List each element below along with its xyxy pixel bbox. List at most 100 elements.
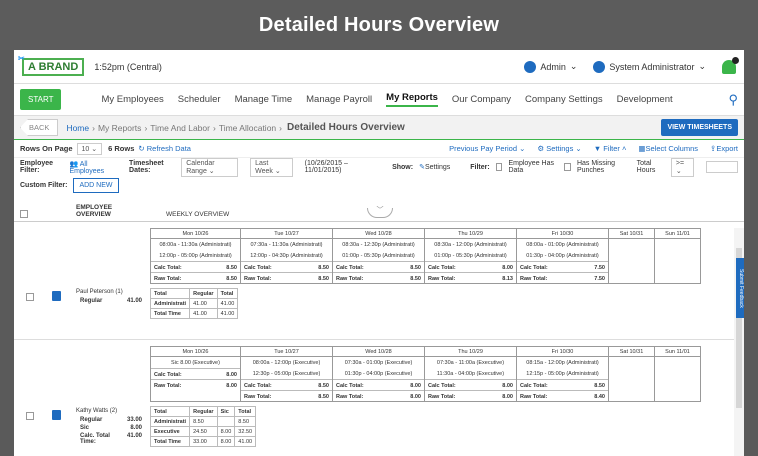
summary-cell: 41.00 [234, 436, 257, 447]
day-cell: Fri 10/30 08:00a - 01:00p (Administrati) 0… [516, 228, 609, 284]
summary-header: Total [216, 288, 239, 299]
crumb-home[interactable]: Home [66, 123, 89, 133]
punch-entry[interactable]: 08:15a - 12:00p (Administrati) [517, 357, 608, 368]
settings-button[interactable]: ⚙ Settings ⌄ [537, 144, 581, 153]
employee-name[interactable]: Paul Peterson (1) [76, 289, 123, 295]
role-menu[interactable]: System Administrator ⌄ [593, 60, 706, 73]
punch-entry[interactable]: Sic 8.00 (Executive) [151, 357, 240, 368]
nav-development[interactable]: Development [617, 94, 673, 105]
operator-value: >= [675, 159, 685, 167]
punch-entry[interactable]: 07:30a - 01:00p (Executive) [333, 357, 424, 368]
day-header: Mon 10/26 [151, 229, 240, 239]
rows-on-page-select[interactable]: 10 ⌄ [76, 142, 103, 155]
day-cell: Mon 10/26 08:00a - 11:30a (Administrati) 1… [150, 228, 241, 284]
day-header: Tue 10/27 [241, 229, 332, 239]
add-new-button[interactable]: ADD NEW [73, 177, 119, 193]
search-icon[interactable]: ⚲ [728, 92, 738, 108]
row-checkbox[interactable] [26, 293, 34, 301]
col-employee-overview[interactable]: EMPLOYEE OVERVIEW [46, 204, 146, 218]
main-nav: START My Employees Scheduler Manage Time… [14, 84, 744, 116]
group-icon: 👥 [69, 160, 79, 168]
total-hours-input[interactable] [705, 161, 738, 173]
punch-entry[interactable]: 11:30a - 04:00p (Executive) [425, 368, 516, 379]
admin-menu[interactable]: Admin ⌄ [524, 60, 577, 73]
select-columns-button[interactable]: ▦Select Columns [638, 144, 698, 153]
punch-entry[interactable]: 12:00p - 04:30p (Administrati) [241, 250, 332, 261]
back-button[interactable]: BACK [20, 119, 59, 136]
bell-icon[interactable] [722, 56, 739, 74]
employee-filter-value[interactable]: 👥 All Employees [69, 160, 113, 175]
nav-our-company[interactable]: Our Company [452, 94, 511, 105]
brand-logo[interactable]: ✂ A BRAND [18, 54, 85, 76]
punch-entry[interactable]: 12:15p - 05:00p (Administrati) [517, 368, 608, 379]
show-settings-button[interactable]: ✎Settings [419, 163, 450, 171]
previous-pay-period-button[interactable]: Previous Pay Period ⌄ [449, 144, 525, 153]
employee-filter-label: Employee Filter: [20, 160, 54, 174]
total-hours-label: Total Hours [636, 160, 656, 174]
page-title: Detailed Hours Overview [287, 122, 405, 133]
nav-manage-time[interactable]: Manage Time [235, 94, 293, 105]
punch-entry[interactable]: 12:30p - 05:00p (Executive) [241, 368, 332, 379]
punch-entry[interactable]: 12:00p - 05:00p (Administrati) [151, 250, 240, 261]
view-timesheets-button[interactable]: VIEW TIMESHEETS [661, 119, 738, 136]
punch-entry[interactable]: 07:30a - 11:00a (Executive) [425, 357, 516, 368]
summary-header: Total [234, 406, 257, 417]
punch-entry[interactable]: 07:30a - 11:30a (Administrati) [241, 239, 332, 250]
summary-cell: Total Time [149, 308, 191, 319]
row-checkbox[interactable] [26, 412, 34, 420]
export-button[interactable]: ⇪Export [710, 144, 738, 153]
filter-button[interactable]: ▼ Filter ˄ [594, 144, 627, 153]
summary-cell: 41.00 [189, 308, 218, 319]
summary-table: Total Regular Sic Total Administrati 8.50 8.50… [149, 406, 257, 447]
page-banner: Detailed Hours Overview [0, 0, 758, 50]
punch-entry[interactable]: 08:00a - 11:30a (Administrati) [151, 239, 240, 250]
col-weekly-overview[interactable]: WEEKLY OVERVIEW [146, 211, 229, 218]
day-header: Thu 10/29 [425, 347, 516, 357]
nav-my-reports[interactable]: My Reports [386, 92, 438, 107]
punch-entry[interactable]: 08:30a - 12:30p (Administrati) [333, 239, 424, 250]
punch-entry[interactable]: 01:30p - 04:00p (Administrati) [517, 250, 608, 261]
user-icon [524, 60, 537, 73]
punch-entry[interactable]: 01:00p - 05:30p (Administrati) [425, 250, 516, 261]
total-hours-operator[interactable]: >= ⌄ [670, 157, 694, 177]
select-all-checkbox[interactable] [20, 210, 28, 218]
summary-header: Total [149, 288, 191, 299]
punch-entry[interactable]: 08:00a - 01:00p (Administrati) [517, 239, 608, 250]
weekly-overview: Mon 10/26 08:00a - 11:30a (Administrati) 1… [146, 222, 744, 339]
nav-company-settings[interactable]: Company Settings [525, 94, 603, 105]
crumb-time-allocation[interactable]: Time Allocation [219, 123, 276, 133]
breadcrumb: BACK Home › My Reports › Time And Labor › T… [14, 116, 744, 140]
raw-total: Raw Total: 8.50 [241, 390, 332, 401]
employee-name[interactable]: Kathy Watts (2) [76, 408, 117, 414]
summary-cell: 41.00 [216, 308, 239, 319]
nav-my-employees[interactable]: My Employees [101, 94, 163, 105]
export-label: Export [716, 144, 738, 153]
employee-has-data-label: Employee Has Data [508, 160, 554, 174]
raw-total: Raw Total: 8.00 [151, 379, 240, 390]
nav-manage-payroll[interactable]: Manage Payroll [306, 94, 372, 105]
day-header: Tue 10/27 [241, 347, 332, 357]
filter-label: Filter [603, 144, 620, 153]
summary-cell: Administrati [149, 416, 191, 427]
day-header: Sun 11/01 [655, 229, 700, 239]
nav-scheduler[interactable]: Scheduler [178, 94, 221, 105]
employee-has-data-checkbox[interactable] [495, 163, 503, 171]
select-columns-label: Select Columns [645, 144, 699, 153]
crumb-time-and-labor[interactable]: Time And Labor [150, 123, 210, 133]
punch-entry[interactable]: 08:00a - 12:00p (Executive) [241, 357, 332, 368]
calendar-range-value: Calendar Range [186, 159, 215, 175]
calc-total: Calc Total: 8.50 [241, 261, 332, 272]
submit-feedback-tab[interactable]: Submit Feedback [736, 258, 744, 318]
punch-entry[interactable]: 01:00p - 05:30p (Administrati) [333, 250, 424, 261]
day-header: Wed 10/28 [333, 229, 424, 239]
last-week-select[interactable]: Last Week ⌄ [250, 157, 293, 177]
calendar-range-select[interactable]: Calendar Range ⌄ [181, 157, 239, 177]
refresh-data-button[interactable]: ↻ Refresh Data [138, 144, 191, 153]
summary-cell: 41.00 [216, 298, 239, 309]
refresh-label: Refresh Data [146, 144, 191, 153]
crumb-my-reports[interactable]: My Reports [98, 123, 141, 133]
has-missing-punches-checkbox[interactable] [564, 163, 571, 171]
start-button[interactable]: START [20, 89, 62, 110]
punch-entry[interactable]: 01:30p - 04:00p (Executive) [333, 368, 424, 379]
punch-entry[interactable]: 08:30a - 12:00p (Administrati) [425, 239, 516, 250]
